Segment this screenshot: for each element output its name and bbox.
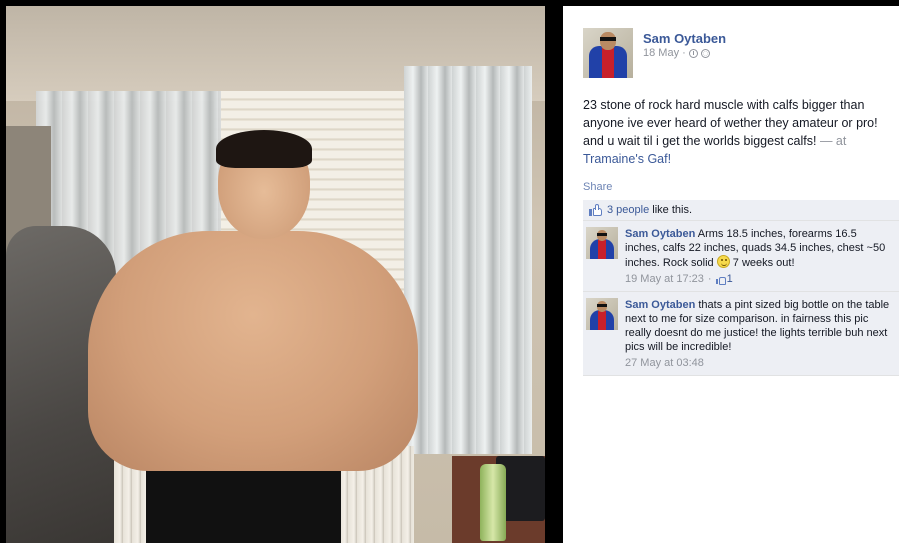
post-date[interactable]: 18 May	[643, 47, 679, 59]
comment-like-count[interactable]: 1	[715, 273, 733, 285]
photo-person-torso	[88, 231, 418, 471]
comment-meta: 19 May at 17:23 · 1	[625, 273, 733, 285]
post-message: 23 stone of rock hard muscle with calfs …	[583, 96, 895, 168]
comment-item: Sam Oytaben Arms 18.5 inches, forearms 1…	[583, 221, 899, 292]
comment-body: Sam Oytaben thats a pint sized big bottl…	[625, 298, 891, 354]
photo-viewer	[0, 0, 563, 543]
comment-avatar[interactable]	[586, 227, 618, 259]
feedback-section: 3 people like this. Sam Oytaben Arms 18.…	[583, 200, 899, 376]
post-author-name[interactable]: Sam Oytaben	[643, 31, 726, 46]
likes-summary: 3 people like this.	[583, 200, 899, 221]
likers-link[interactable]: 3 people	[607, 204, 649, 216]
comment-text-end: 7 weeks out!	[729, 257, 795, 269]
comment-timestamp[interactable]: 27 May at 03:48	[625, 357, 704, 369]
likes-suffix: like this.	[649, 204, 693, 216]
share-link[interactable]: Share	[583, 181, 612, 193]
smiley-icon	[716, 255, 730, 268]
comment-item: Sam Oytaben thats a pint sized big bottl…	[583, 292, 899, 376]
comment-author[interactable]: Sam Oytaben	[625, 228, 695, 240]
photo-curtain-right	[404, 66, 532, 454]
photo-person-hair	[216, 130, 312, 168]
photo-bottle	[480, 464, 506, 541]
like-thumb-icon	[589, 204, 602, 216]
post-meta: 18 May ·	[643, 47, 710, 59]
comment-author[interactable]: Sam Oytaben	[625, 299, 695, 311]
globe-icon[interactable]	[700, 48, 710, 58]
author-avatar[interactable]	[583, 28, 633, 78]
like-thumb-icon	[715, 275, 726, 285]
comment-avatar[interactable]	[586, 298, 618, 330]
comment-meta: 27 May at 03:48	[625, 357, 891, 369]
clock-icon	[688, 48, 698, 58]
post-place-link[interactable]: Tramaine's Gaf!	[583, 152, 671, 166]
comment-body: Sam Oytaben Arms 18.5 inches, forearms 1…	[625, 227, 891, 270]
post-photo[interactable]	[6, 6, 545, 543]
post-at-prefix: — at	[816, 134, 847, 148]
post-info-panel: Sam Oytaben 18 May · 23 stone of rock ha…	[563, 6, 899, 543]
comment-timestamp[interactable]: 19 May at 17:23	[625, 273, 704, 285]
